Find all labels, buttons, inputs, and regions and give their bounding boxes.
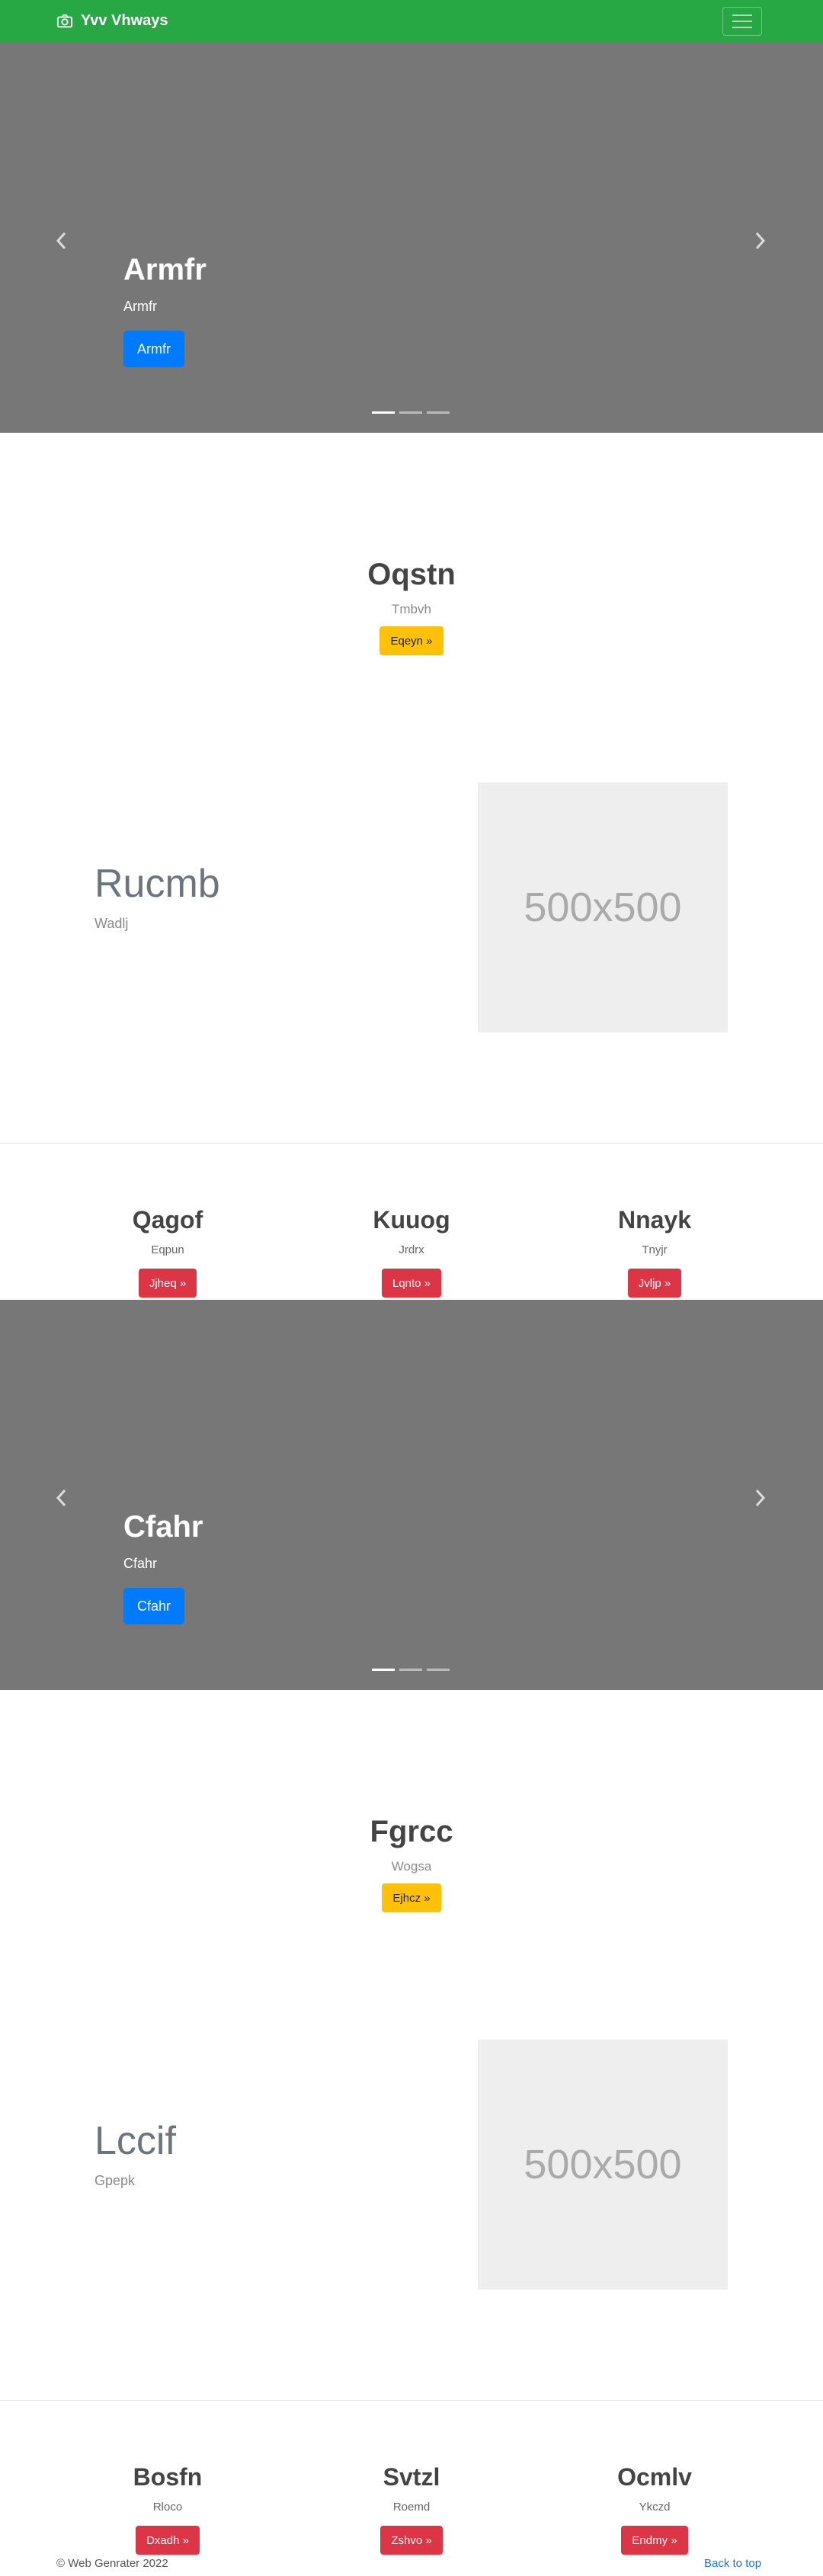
column-text: Eqpun [151,1243,184,1256]
column-text: Rloco [152,2501,183,2514]
carousel-indicator[interactable] [399,411,422,414]
column-title: Kuuog [373,1206,450,1234]
split-subtitle: Wadlj [94,916,129,931]
chevron-left-icon [56,1489,66,1507]
feature-button[interactable]: Ejhcz » [382,1883,441,1912]
navbar-toggler-button[interactable] [722,7,762,36]
carousel-caption-title: Armfr [123,253,207,286]
column-button[interactable]: Zshvo » [380,2526,443,2555]
column-card: Ocmlv Ykczd Endmy » [563,2462,746,2555]
column-button[interactable]: Jjheq » [138,1269,197,1298]
hero-carousel: Armfr Armfr Armfr [0,43,823,433]
feature-subtitle: Wogsa [391,1859,432,1874]
column-button[interactable]: Jvljp » [627,1269,682,1298]
feature-subtitle: Tmbvh [392,602,431,616]
column-button[interactable]: Endmy » [621,2526,688,2555]
chevron-right-icon [755,232,766,250]
carousel-prev-button[interactable] [49,226,73,256]
column-title: Qagof [132,1206,203,1234]
brand-link[interactable]: Yvv Vhways [56,12,168,30]
column-text: Roemd [392,2501,431,2514]
column-button[interactable]: Lqnto » [381,1269,442,1298]
chevron-right-icon [755,1489,766,1507]
carousel-indicator[interactable] [427,1669,450,1671]
placeholder-image: 500x500 [478,782,728,1032]
split-title: Rucmb [94,862,220,906]
column-text: Tnyjr [642,1243,668,1256]
column-card: Nnayk Tnyjr Jvljp » [563,1205,746,1298]
column-title: Ocmlv [617,2463,692,2491]
section-divider [0,1143,823,1144]
carousel-caption-title: Cfahr [123,1510,203,1544]
feature-title: Fgrcc [370,1815,453,1848]
carousel-caption-text: Cfahr [123,1556,158,1571]
column-title: Nnayk [617,1206,692,1234]
split-subtitle: Gpepk [94,2173,136,2188]
carousel-caption-text: Armfr [123,299,157,314]
placeholder-image: 500x500 [478,2040,728,2290]
column-card: Kuuog Jrdrx Lqnto » [320,1205,503,1298]
column-button[interactable]: Dxadh » [136,2526,200,2555]
feature-button[interactable]: Eqeyn » [379,626,444,655]
carousel-indicators [372,411,450,414]
column-card: Svtzl Roemd Zshvo » [320,2462,503,2555]
brand-name: Yvv Vhways [81,12,168,29]
hamburger-icon [732,14,752,16]
split-title: Lccif [94,2119,176,2163]
feature-section: Oqstn Tmbvh Eqeyn » [0,556,823,655]
carousel-prev-button[interactable] [49,1483,73,1513]
column-title: Bosfn [133,2463,203,2491]
column-title: Svtzl [383,2463,440,2491]
carousel-indicator[interactable] [399,1669,422,1671]
back-to-top-link[interactable]: Back to top [704,2557,761,2570]
column-card: Qagof Eqpun Jjheq » [76,1205,259,1298]
carousel-next-button[interactable] [748,1483,773,1513]
feature-title: Oqstn [367,558,456,591]
camera-icon [56,14,73,27]
column-text: Ykczd [639,2501,671,2514]
carousel-indicator[interactable] [372,1669,395,1671]
section-divider [0,2400,823,2401]
feature-section: Fgrcc Wogsa Ejhcz » [0,1813,823,1912]
carousel-indicators [372,1669,450,1671]
column-card: Bosfn Rloco Dxadh » [76,2462,259,2555]
carousel-indicator[interactable] [372,411,395,414]
navbar: Yvv Vhways [0,0,823,43]
carousel-indicator[interactable] [427,411,450,414]
column-text: Jrdrx [399,1243,424,1256]
carousel-next-button[interactable] [748,226,773,256]
hero-carousel: Cfahr Cfahr Cfahr [0,1300,823,1690]
carousel-cta-button[interactable]: Armfr [123,331,184,367]
chevron-left-icon [56,232,66,250]
carousel-cta-button[interactable]: Cfahr [123,1588,185,1624]
footer-copyright: © Web Genrater 2022 [56,2557,168,2570]
